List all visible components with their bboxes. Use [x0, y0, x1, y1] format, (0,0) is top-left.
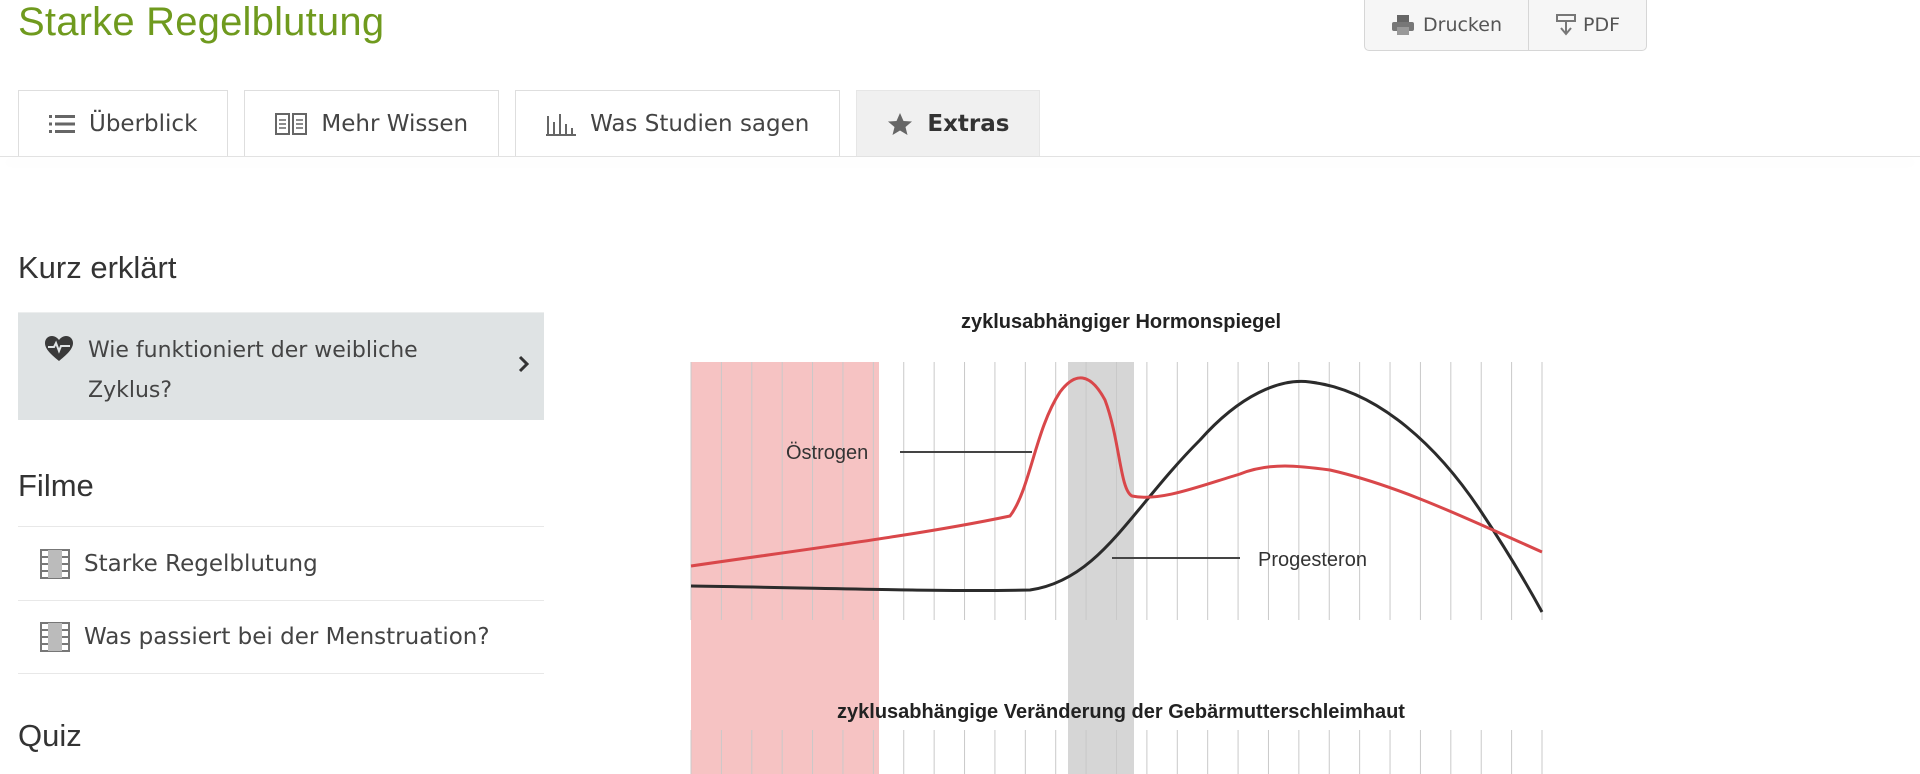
pdf-button[interactable]: PDF: [1528, 0, 1646, 50]
pdf-label: PDF: [1583, 14, 1621, 36]
page-title: Starke Regelblutung: [18, 0, 385, 44]
progesterone-label: Progesteron: [1258, 549, 1367, 571]
film-item[interactable]: Starke Regelblutung: [18, 526, 544, 600]
film-icon: [40, 622, 70, 652]
bar-chart-icon: [546, 113, 577, 136]
section-title-short-explained: Kurz erklärt: [18, 250, 177, 285]
tab-bar: Überblick Mehr Wissen Was Studien sagen …: [18, 90, 1041, 156]
film-item[interactable]: Was passiert bei der Menstruation?: [18, 600, 544, 674]
star-icon: [888, 112, 913, 135]
film-icon: [40, 548, 70, 579]
tab-extras[interactable]: Extras: [856, 90, 1041, 156]
tab-label: Extras: [927, 110, 1010, 137]
section-title-quiz: Quiz: [18, 718, 82, 753]
heart-pulse-icon: [45, 336, 73, 361]
tab-more-knowledge[interactable]: Mehr Wissen: [244, 90, 500, 156]
tab-label: Mehr Wissen: [321, 110, 469, 137]
tab-label: Was Studien sagen: [590, 110, 810, 137]
action-buttons: Drucken PDF: [1364, 0, 1648, 51]
sidebar-item-label: Wie funktioniert der weibliche Zyklus?: [88, 338, 418, 403]
tab-label: Überblick: [89, 110, 198, 137]
sidebar-item-cycle[interactable]: Wie funktioniert der weibliche Zyklus?: [18, 312, 544, 420]
film-label: Was passiert bei der Menstruation?: [84, 624, 490, 650]
tab-studies[interactable]: Was Studien sagen: [515, 90, 841, 156]
hormone-cycle-diagram: zyklusabhängiger Hormonspiegel Östrogen …: [680, 290, 1580, 774]
chevron-right-icon: [518, 355, 530, 373]
film-label: Starke Regelblutung: [84, 550, 318, 577]
estrogen-label: Östrogen: [786, 442, 868, 464]
tab-overview[interactable]: Überblick: [18, 90, 229, 156]
section-title-films: Filme: [18, 468, 94, 503]
list-icon: [49, 114, 75, 133]
book-icon: [275, 112, 308, 135]
print-button[interactable]: Drucken: [1365, 0, 1528, 50]
diagram-title-bottom: zyklusabhängige Veränderung der Gebärmut…: [837, 701, 1405, 723]
printer-icon: [1392, 15, 1414, 35]
pdf-icon: [1556, 14, 1576, 36]
print-label: Drucken: [1423, 14, 1502, 36]
tab-divider: [0, 156, 1920, 157]
hormone-cycle-illustration: zyklusabhängiger Hormonspiegel Östrogen …: [690, 311, 1544, 774]
diagram-title-top: zyklusabhängiger Hormonspiegel: [961, 311, 1281, 333]
